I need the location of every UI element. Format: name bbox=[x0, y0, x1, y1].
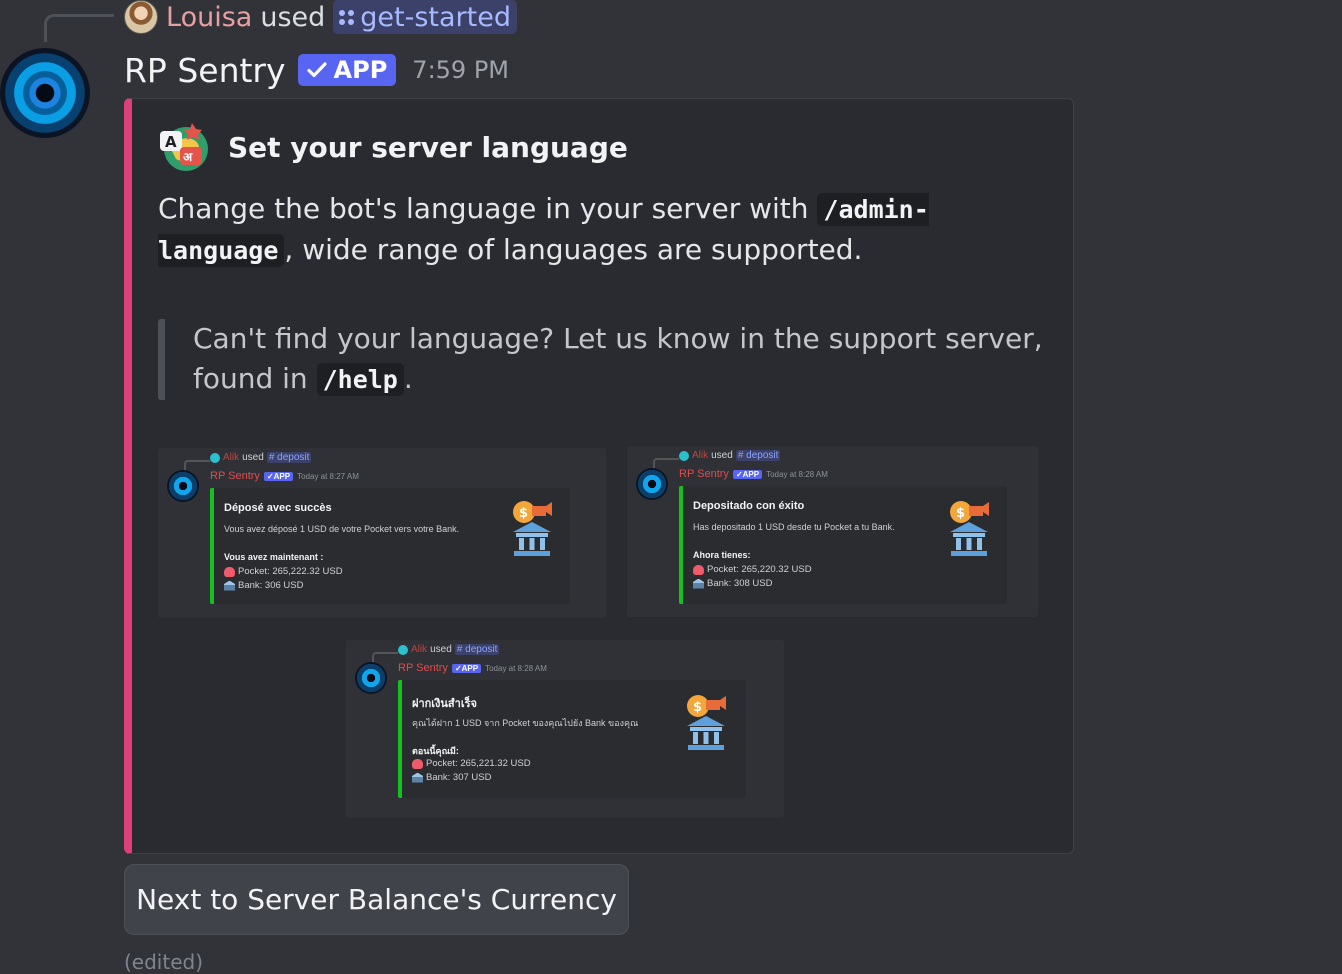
shot-command: # deposit bbox=[735, 450, 781, 461]
shot-bank-row: Bank: 307 USD bbox=[412, 772, 491, 783]
shot-pocket-row: Pocket: 265,222.32 USD bbox=[224, 566, 343, 577]
shot-time: Today at 8:28 AM bbox=[766, 469, 828, 479]
shot-user-dot bbox=[679, 450, 689, 461]
shot-avatar bbox=[167, 470, 199, 502]
svg-text:$: $ bbox=[956, 506, 965, 521]
shot-used: used bbox=[242, 452, 264, 463]
edited-label: (edited) bbox=[124, 950, 204, 974]
shot-pocket-row: Pocket: 265,221.32 USD bbox=[412, 758, 531, 769]
app-badge-label: APP bbox=[333, 56, 388, 84]
shot-user-dot bbox=[398, 644, 408, 655]
command-name: get-started bbox=[360, 1, 511, 33]
verified-check-icon bbox=[306, 62, 327, 78]
purse-icon bbox=[224, 566, 235, 577]
svg-text:$: $ bbox=[519, 506, 528, 521]
message-timestamp[interactable]: 7:59 PM bbox=[412, 56, 509, 84]
shot-bank-row: Bank: 308 USD bbox=[693, 578, 772, 589]
shot-author-row: RP Sentry ✓APP Today at 8:28 AM bbox=[398, 662, 547, 674]
shot-title: ฝากเงินสำเร็จ bbox=[412, 698, 477, 710]
reply-user-avatar[interactable] bbox=[124, 0, 158, 34]
shot-title: Depositado con éxito bbox=[693, 500, 805, 512]
svg-text:A: A bbox=[165, 133, 177, 151]
shot-reply-user: Alik bbox=[411, 644, 428, 655]
shot-embed: ฝากเงินสำเร็จ คุณได้ฝาก 1 USD จาก Pocket… bbox=[398, 680, 746, 798]
shot-bank: Bank: 308 USD bbox=[707, 578, 773, 589]
shot-author: RP Sentry bbox=[210, 470, 260, 482]
shot-pocket: Pocket: 265,222.32 USD bbox=[238, 566, 343, 577]
bank-deposit-icon: $ bbox=[950, 501, 989, 556]
shot-bank: Bank: 306 USD bbox=[238, 580, 304, 591]
bank-deposit-icon: $ bbox=[687, 695, 726, 750]
shot-reply-user: Alik bbox=[692, 450, 709, 461]
bank-deposit-icon: $ bbox=[513, 501, 552, 556]
reply-connector bbox=[44, 14, 114, 42]
shot-avatar bbox=[636, 468, 668, 500]
shot-desc: คุณได้ฝาก 1 USD จาก Pocket ของคุณไปยัง B… bbox=[412, 718, 639, 728]
command-mention[interactable]: get-started bbox=[333, 0, 517, 34]
app-badge: APP bbox=[297, 54, 397, 86]
shot-app-badge: ✓APP bbox=[263, 471, 294, 481]
shot-reply-user: Alik bbox=[223, 452, 240, 463]
shot-author-row: RP Sentry ✓APP Today at 8:27 AM bbox=[210, 470, 359, 482]
shot-now-label: Vous avez maintenant : bbox=[224, 552, 324, 562]
shot-used: used bbox=[430, 644, 452, 655]
blockquote: Can't find your language? Let us know in… bbox=[158, 319, 1053, 400]
embed-description: Change the bot's language in your server… bbox=[158, 189, 1058, 271]
message-header: RP Sentry APP 7:59 PM bbox=[124, 48, 509, 92]
shot-desc: Vous avez déposé 1 USD de votre Pocket v… bbox=[224, 524, 460, 534]
purse-icon bbox=[693, 564, 704, 575]
shot-reply: Alik used # deposit bbox=[398, 644, 500, 655]
help-command[interactable]: /help bbox=[316, 363, 404, 396]
svg-text:अ: अ bbox=[183, 150, 193, 164]
shot-author: RP Sentry bbox=[398, 662, 448, 674]
shot-command: # deposit bbox=[454, 644, 500, 655]
shot-embed: Déposé avec succès Vous avez déposé 1 US… bbox=[210, 488, 570, 604]
svg-text:$: $ bbox=[693, 700, 702, 715]
shot-app-badge: ✓APP bbox=[732, 469, 763, 479]
bank-icon bbox=[693, 578, 704, 589]
shot-embed: Depositado con éxito Has depositado 1 US… bbox=[679, 486, 1007, 604]
shot-pocket-row: Pocket: 265,220.32 USD bbox=[693, 564, 812, 575]
shot-app-badge: ✓APP bbox=[451, 663, 482, 673]
embed-header: A अ Set your server language bbox=[158, 121, 628, 173]
shot-pocket: Pocket: 265,220.32 USD bbox=[707, 564, 812, 575]
purse-icon bbox=[412, 758, 423, 769]
shot-reply: Alik used # deposit bbox=[210, 452, 312, 463]
shot-bank: Bank: 307 USD bbox=[426, 772, 492, 783]
reply-used-text: used bbox=[260, 1, 326, 33]
shot-time: Today at 8:28 AM bbox=[485, 663, 547, 673]
bot-avatar[interactable] bbox=[0, 48, 90, 138]
example-image-french[interactable]: Alik used # deposit RP Sentry ✓APP Today… bbox=[158, 448, 606, 618]
shot-desc: Has depositado 1 USD desde tu Pocket a t… bbox=[693, 522, 895, 532]
quote-text-end: . bbox=[403, 362, 413, 395]
example-image-spanish[interactable]: Alik used # deposit RP Sentry ✓APP Today… bbox=[627, 446, 1038, 617]
shot-user-dot bbox=[210, 452, 220, 463]
example-image-thai[interactable]: Alik used # deposit RP Sentry ✓APP Today… bbox=[346, 640, 784, 818]
shot-reply: Alik used # deposit bbox=[679, 450, 781, 461]
shot-title: Déposé avec succès bbox=[224, 502, 332, 514]
bank-icon bbox=[412, 772, 423, 783]
shot-author: RP Sentry bbox=[679, 468, 729, 480]
shot-now-label: Ahora tienes: bbox=[693, 550, 751, 560]
shot-bank-row: Bank: 306 USD bbox=[224, 580, 303, 591]
embed-title: Set your server language bbox=[228, 130, 628, 164]
next-server-balance-currency-button[interactable]: Next to Server Balance's Currency bbox=[124, 864, 629, 935]
language-icon: A अ bbox=[160, 123, 208, 171]
shot-pocket: Pocket: 265,221.32 USD bbox=[426, 758, 531, 769]
reply-header[interactable]: Louisa used get-started bbox=[124, 0, 517, 34]
shot-time: Today at 8:27 AM bbox=[297, 471, 359, 481]
shot-command: # deposit bbox=[266, 452, 312, 463]
shot-avatar bbox=[355, 662, 387, 694]
reply-username[interactable]: Louisa bbox=[166, 2, 252, 33]
author-name[interactable]: RP Sentry bbox=[124, 51, 286, 90]
desc-text-end: , wide range of languages are supported. bbox=[284, 233, 863, 266]
desc-text: Change the bot's language in your server… bbox=[158, 192, 818, 225]
shot-used: used bbox=[711, 450, 733, 461]
shot-now-label: ตอนนี้คุณมี: bbox=[412, 746, 459, 756]
slash-command-icon bbox=[339, 9, 355, 25]
shot-author-row: RP Sentry ✓APP Today at 8:28 AM bbox=[679, 468, 828, 480]
bank-icon bbox=[224, 580, 235, 591]
